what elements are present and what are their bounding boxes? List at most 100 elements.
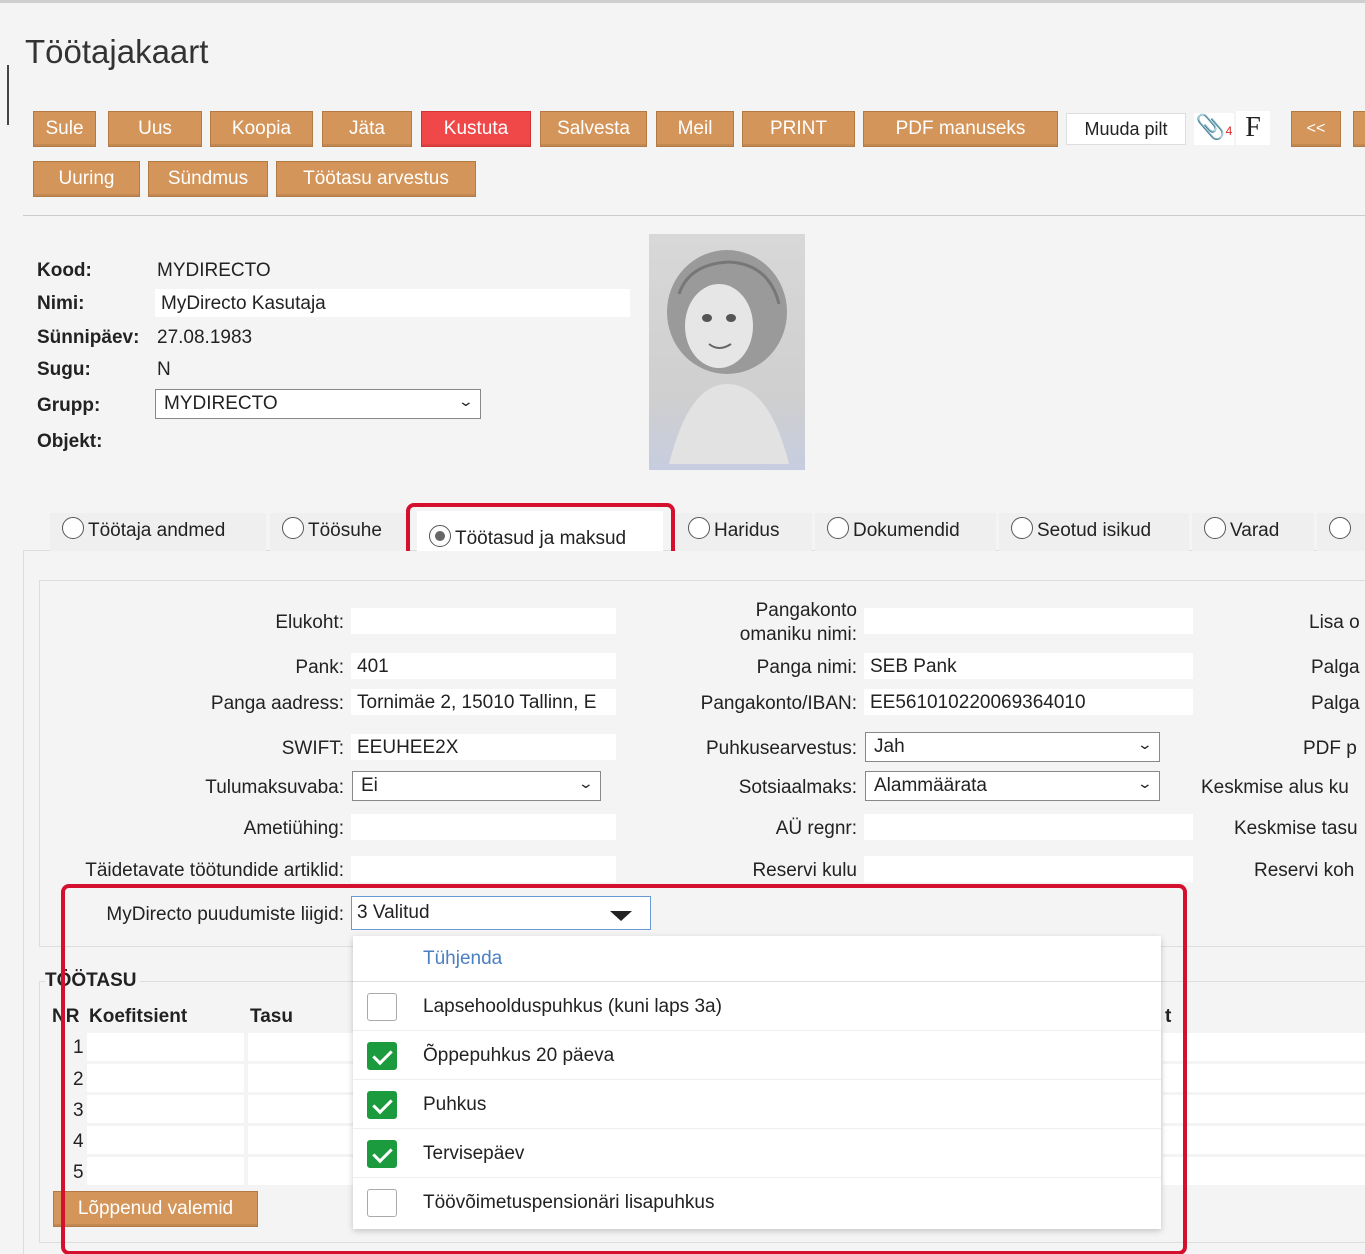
previous-button[interactable]: <<: [1291, 111, 1341, 147]
work-hours-articles-label: Täidetavate töötundide artiklid:: [85, 860, 344, 881]
kood-label: Kood:: [37, 260, 92, 281]
left-edge-line: [7, 65, 9, 125]
tab-label: Haridus: [714, 520, 780, 541]
swift-label: SWIFT:: [281, 738, 344, 759]
bank-name-field[interactable]: SEB Pank: [864, 653, 1193, 679]
group-select[interactable]: MYDIRECTO ⌄: [155, 389, 481, 419]
tab-education[interactable]: Haridus: [676, 513, 812, 551]
radio-icon: [827, 517, 849, 539]
chevron-down-icon: ⌄: [1136, 736, 1154, 752]
account-owner-label-line2: omaniku nimi:: [739, 624, 857, 645]
trade-union-field[interactable]: [351, 814, 616, 840]
radio-icon: [62, 517, 84, 539]
tab-label: Töösuhe: [308, 520, 382, 541]
tab-label: Seotud isikud: [1037, 520, 1152, 541]
pdf-attachment-button[interactable]: PDF manuseks: [863, 111, 1058, 147]
change-picture-label: Muuda pilt: [1084, 119, 1168, 139]
toolbar-divider: [23, 215, 1365, 216]
chevron-down-icon: ⌄: [1136, 775, 1154, 791]
tab-documents[interactable]: Dokumendid: [815, 513, 996, 551]
copy-button[interactable]: Koopia: [210, 111, 313, 147]
chevron-down-icon: ⌄: [457, 393, 475, 409]
reserve-cost-label: Reservi kulu: [752, 860, 857, 881]
f-label: F: [1245, 112, 1261, 143]
tab-label: Töötaja andmed: [88, 520, 226, 541]
right-label-4: PDF p: [1303, 738, 1357, 759]
new-button[interactable]: Uus: [108, 111, 202, 147]
keep-button[interactable]: Jäta: [322, 111, 412, 147]
right-label-2: Palga: [1311, 657, 1360, 678]
radio-icon: [688, 517, 710, 539]
object-label: Objekt:: [37, 431, 103, 452]
extra-cell[interactable]: [1163, 1033, 1365, 1061]
birthday-label: Sünnipäev:: [37, 327, 140, 348]
trade-union-label: Ametiühing:: [243, 818, 344, 839]
vacation-calc-select[interactable]: Jah ⌄: [865, 732, 1160, 762]
next-button-partial[interactable]: [1353, 111, 1365, 147]
attachment-icon[interactable]: 📎4: [1194, 113, 1234, 145]
social-tax-select[interactable]: Alammäärata ⌄: [865, 771, 1160, 801]
right-label-5: Keskmise alus ku: [1201, 777, 1349, 798]
bank-name-label: Panga nimi:: [756, 657, 857, 678]
radio-icon: [1204, 517, 1226, 539]
social-tax-label: Sotsiaalmaks:: [738, 777, 857, 798]
extra-cell[interactable]: [1163, 1157, 1365, 1185]
account-owner-label-line1: Pangakonto: [755, 600, 857, 621]
social-tax-value: Alammäärata: [874, 775, 987, 796]
tax-free-label: Tulumaksuvaba:: [205, 777, 344, 798]
print-button[interactable]: PRINT: [742, 111, 855, 147]
residence-field[interactable]: [351, 608, 616, 634]
name-field[interactable]: MyDirecto Kasutaja: [155, 289, 630, 317]
salary-calc-button[interactable]: Töötasu arvestus: [276, 161, 476, 197]
event-button[interactable]: Sündmus: [148, 161, 268, 197]
close-button[interactable]: Sule: [33, 111, 96, 147]
email-button[interactable]: Meil: [656, 111, 734, 147]
right-label-6: Keskmise tasu: [1234, 818, 1358, 839]
survey-button[interactable]: Uuring: [33, 161, 140, 197]
change-picture-button[interactable]: Muuda pilt: [1066, 113, 1186, 145]
iban-field[interactable]: EE561010220069364010: [864, 689, 1193, 715]
save-button[interactable]: Salvesta: [540, 111, 647, 147]
reserve-cost-field[interactable]: [864, 856, 1193, 882]
account-owner-label: Pangakonto omaniku nimi:: [740, 599, 857, 647]
nimi-label: Nimi:: [37, 293, 85, 314]
tax-free-select[interactable]: Ei ⌄: [352, 771, 601, 801]
employee-photo: [649, 234, 805, 470]
bank-address-label: Panga aadress:: [210, 693, 344, 714]
chevron-down-icon: ⌄: [577, 775, 595, 791]
kood-value: MYDIRECTO: [157, 260, 271, 281]
bank-address-field[interactable]: Tornimäe 2, 15010 Tallinn, E: [351, 689, 616, 715]
tab-related-persons[interactable]: Seotud isikud: [999, 513, 1189, 551]
extra-cell[interactable]: [1163, 1095, 1365, 1123]
group-label: Grupp:: [37, 395, 101, 416]
vacation-calc-label: Puhkusearvestus:: [705, 738, 857, 759]
iban-label: Pangakonto/IBAN:: [700, 693, 857, 714]
birthday-value: 27.08.1983: [157, 327, 253, 348]
extra-cell[interactable]: [1163, 1064, 1365, 1092]
delete-button[interactable]: Kustuta: [421, 111, 531, 147]
work-hours-articles-field[interactable]: [351, 856, 616, 882]
residence-label: Elukoht:: [275, 612, 344, 633]
employee-card-page: Töötajakaart Sule Uus Koopia Jäta Kustut…: [0, 0, 1365, 1254]
page-title: Töötajakaart: [25, 33, 209, 70]
radio-icon: [1011, 517, 1033, 539]
swift-field[interactable]: EEUHEE2X: [351, 734, 616, 760]
dropdown-highlight-box: [61, 884, 1187, 1254]
portrait-sketch-icon: [667, 250, 789, 464]
union-regnr-field[interactable]: [864, 814, 1193, 840]
tab-employee-data[interactable]: Töötaja andmed: [50, 513, 266, 551]
tab-assets[interactable]: Varad: [1192, 513, 1314, 551]
extra-cell[interactable]: [1163, 1126, 1365, 1154]
vacation-calc-value: Jah: [874, 736, 905, 757]
f-button[interactable]: F: [1236, 111, 1270, 145]
bank-field[interactable]: 401: [351, 653, 616, 679]
gender-label: Sugu:: [37, 359, 91, 380]
tab-label: Dokumendid: [853, 520, 960, 541]
union-regnr-label: AÜ regnr:: [775, 818, 857, 839]
tab-more-partial[interactable]: [1317, 513, 1365, 551]
tax-free-value: Ei: [361, 775, 378, 796]
tab-label: Varad: [1230, 520, 1280, 541]
tab-employment[interactable]: Töösuhe: [270, 513, 406, 551]
account-owner-field[interactable]: [864, 608, 1193, 634]
right-label-3: Palga: [1311, 693, 1360, 714]
